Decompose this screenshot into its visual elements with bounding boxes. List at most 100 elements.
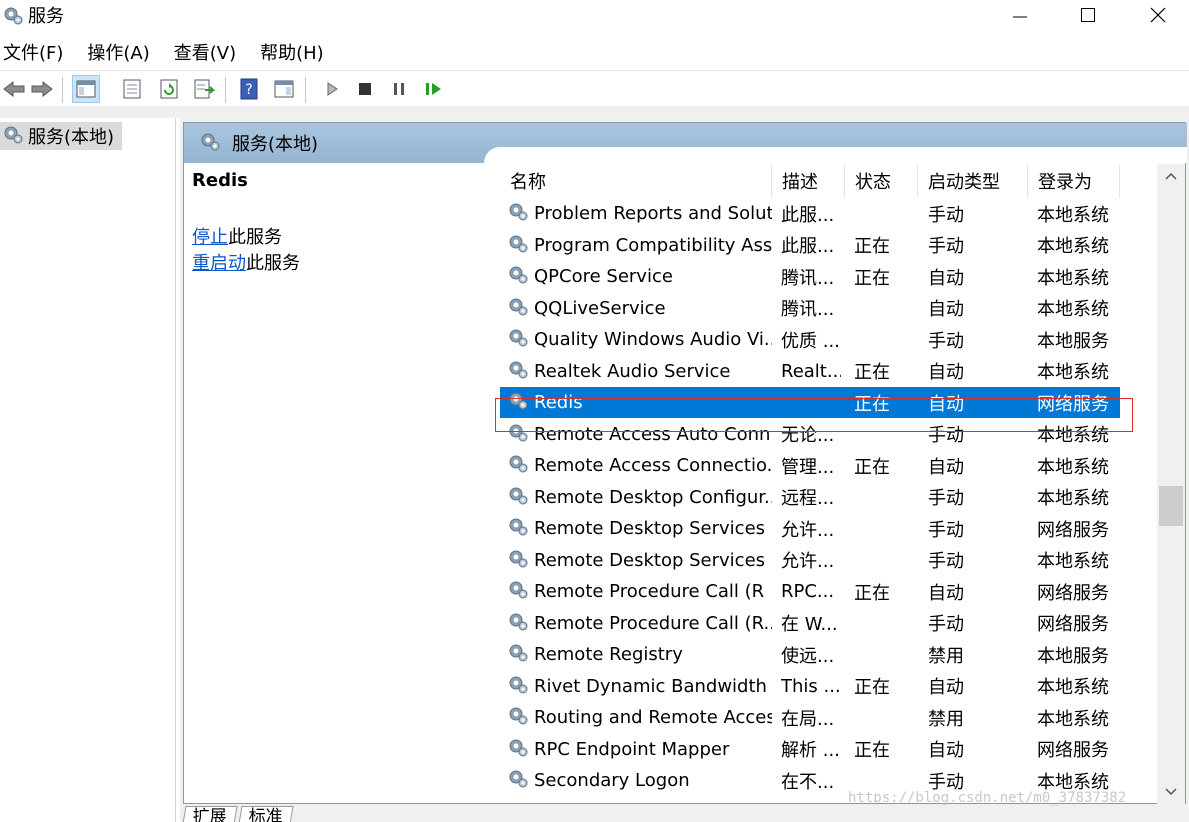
maximize-button[interactable]: [1053, 0, 1123, 30]
column-header-logon-as[interactable]: 登录为: [1028, 164, 1120, 198]
service-description: 在不...: [781, 771, 835, 793]
service-gear-icon: [506, 484, 530, 511]
service-gear-icon: [506, 452, 530, 479]
refresh-icon: [160, 79, 178, 99]
service-logon-as: 本地系统: [1037, 551, 1109, 572]
scroll-up-button[interactable]: [1157, 164, 1185, 188]
menu-bar: 文件(F) 操作(A) 查看(V) 帮助(H): [0, 36, 1189, 68]
service-gear-icon: [506, 578, 530, 605]
tree-item-services-local[interactable]: 服务(本地): [0, 122, 122, 150]
service-gear-icon: [506, 704, 530, 731]
stop-link-suffix: 此服务: [228, 227, 282, 248]
service-startup-type: 禁用: [928, 645, 964, 667]
column-header-startup-type[interactable]: 启动类型: [918, 164, 1028, 198]
restart-service-link[interactable]: 重启动: [192, 253, 246, 274]
service-status: 正在: [854, 677, 890, 698]
service-gear-icon: [506, 547, 530, 574]
service-name: QQLiveService: [534, 297, 666, 319]
service-logon-as: 本地服务: [1037, 645, 1109, 667]
tab-extended[interactable]: 扩展: [182, 806, 238, 822]
service-name: Secondary Logon: [534, 770, 690, 791]
forward-arrow-icon: [31, 80, 53, 98]
tab-standard[interactable]: 标准: [238, 806, 294, 822]
start-service-button[interactable]: [318, 75, 346, 103]
service-name: Remote Registry: [534, 644, 683, 665]
service-logon-as: 本地系统: [1037, 708, 1109, 730]
restart-link-suffix: 此服务: [246, 253, 300, 274]
column-header-description[interactable]: 描述: [772, 164, 845, 198]
restart-icon: [426, 83, 441, 95]
table-row[interactable]: Realtek Audio Service Realt... 正在 自动 本地系统: [500, 356, 1120, 387]
service-status: [854, 293, 914, 324]
stop-service-button[interactable]: [351, 75, 379, 103]
back-button[interactable]: [0, 75, 28, 103]
service-logon-as: 本地系统: [1037, 204, 1109, 226]
export-list-button[interactable]: [190, 75, 218, 103]
menu-view[interactable]: 查看(V): [171, 39, 247, 65]
table-row[interactable]: Rivet Dynamic Bandwidth ... This ... 正在 自动 本…: [500, 671, 1120, 702]
table-row[interactable]: Remote Procedure Call (R RPC... 正在 自动 网络服务: [500, 576, 1120, 607]
minimize-button[interactable]: [985, 0, 1055, 30]
menu-action[interactable]: 操作(A): [84, 39, 160, 65]
table-row[interactable]: QPCore Service 腾讯... 正在 自动 本地系统: [500, 261, 1120, 292]
table-row[interactable]: Routing and Remote Access 在局... 禁用 本地系统: [500, 702, 1120, 733]
properties-icon: [123, 79, 141, 99]
service-name-cell: QPCore Service: [506, 261, 772, 292]
toolbar-separator: [305, 77, 306, 103]
forward-button[interactable]: [28, 75, 56, 103]
table-row[interactable]: Quality Windows Audio Vi... 优质 ... 手动 本地服务: [500, 324, 1120, 355]
stop-service-link[interactable]: 停止: [192, 227, 228, 248]
vertical-scrollbar[interactable]: [1157, 164, 1185, 804]
service-logon-as: 本地系统: [1037, 267, 1109, 289]
help-button[interactable]: ?: [235, 75, 263, 103]
table-row[interactable]: Remote Desktop Services 允许... 手动 网络服务: [500, 513, 1120, 544]
show-console-tree-button[interactable]: [72, 75, 100, 103]
refresh-button[interactable]: [155, 75, 183, 103]
service-status: [854, 324, 914, 355]
table-row[interactable]: Remote Desktop Configur... 远程... 手动 本地系统: [500, 482, 1120, 513]
service-description: 远程...: [781, 488, 835, 509]
restart-service-button[interactable]: [420, 75, 448, 103]
action-pane-icon: [274, 80, 294, 98]
view-tabs: 扩展 标准: [180, 804, 580, 822]
scroll-down-button[interactable]: [1157, 780, 1185, 804]
service-logon-as: 网络服务: [1037, 582, 1109, 604]
chevron-down-icon: [1165, 788, 1177, 796]
scroll-thumb[interactable]: [1159, 486, 1183, 526]
window-title: 服务: [28, 6, 64, 27]
service-description: 在 W...: [781, 614, 838, 635]
service-name: Quality Windows Audio Vi...: [534, 329, 772, 350]
service-logon-as: 本地系统: [1037, 677, 1109, 698]
show-action-pane-button[interactable]: [270, 75, 298, 103]
service-gear-icon: [506, 673, 530, 700]
table-row[interactable]: Remote Procedure Call (R... 在 W... 手动 网络服务: [500, 608, 1120, 639]
table-row[interactable]: Remote Access Connectio... 管理... 正在 自动 本地系统: [500, 450, 1120, 481]
pause-service-button[interactable]: [385, 75, 413, 103]
table-row[interactable]: Problem Reports and Solut... 此服... 手动 本地系统: [500, 198, 1120, 229]
column-header-name[interactable]: ^ 名称: [500, 164, 772, 198]
service-startup-type: 手动: [928, 488, 964, 509]
menu-file[interactable]: 文件(F): [0, 39, 74, 65]
services-gear-icon: [198, 130, 222, 157]
table-row[interactable]: RPC Endpoint Mapper 解析 ... 正在 自动 网络服务: [500, 734, 1120, 765]
menu-help[interactable]: 帮助(H): [257, 39, 335, 65]
table-row[interactable]: Remote Registry 使远... 禁用 本地服务: [500, 639, 1120, 670]
table-row[interactable]: QQLiveService 腾讯... 自动 本地系统: [500, 293, 1120, 324]
sort-ascending-icon: ^: [630, 164, 641, 172]
table-row[interactable]: Remote Desktop Services ... 允许... 手动 本地系统: [500, 545, 1120, 576]
pane-title: 服务(本地): [232, 134, 319, 155]
service-name: Rivet Dynamic Bandwidth ...: [534, 675, 772, 697]
column-header-status[interactable]: 状态: [845, 164, 918, 198]
service-name-cell: Remote Access Connectio...: [506, 450, 772, 481]
service-description: 在局...: [781, 708, 835, 730]
service-description: 优质 ...: [781, 330, 840, 352]
service-startup-type: 手动: [928, 204, 964, 226]
services-gear-icon: [2, 4, 24, 31]
close-button[interactable]: [1123, 0, 1189, 30]
service-status: [854, 482, 914, 513]
table-row[interactable]: Program Compatibility Assi... 此服... 正在 手动 本地…: [500, 230, 1120, 261]
export-list-icon: [194, 79, 215, 99]
properties-button[interactable]: [118, 75, 146, 103]
service-gear-icon: [506, 610, 530, 637]
console-tree: 服务(本地): [0, 118, 176, 822]
